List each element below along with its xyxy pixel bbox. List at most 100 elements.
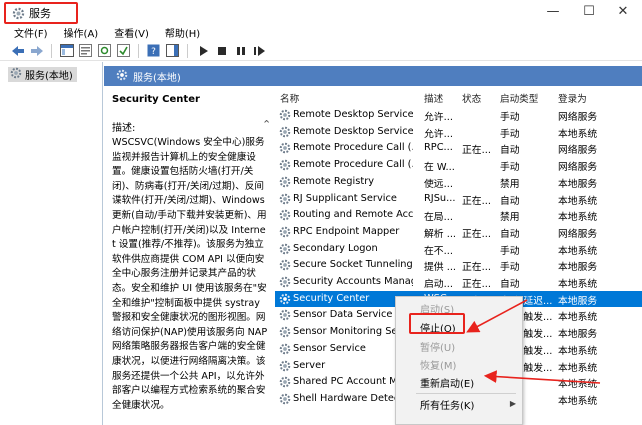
column-header-description[interactable]: 描述: [424, 91, 443, 105]
menu-file[interactable]: 文件(F): [14, 25, 48, 40]
column-header-startup-type[interactable]: 启动类型: [500, 91, 538, 105]
toolbar: ?: [0, 41, 642, 61]
service-description-cell: 在局...: [424, 212, 453, 224]
service-gear-icon: [279, 293, 291, 305]
service-name-cell: Remote Registry: [293, 175, 375, 187]
service-login-cell: 本地系统: [558, 379, 598, 391]
service-gear-icon: [279, 176, 291, 188]
table-row[interactable]: Secondary Logon 在不... 手动 本地系统: [275, 241, 642, 258]
menu-action[interactable]: 操作(A): [64, 25, 99, 40]
table-row[interactable]: RJ Supplicant Service RJSu... 正在... 自动 本地系统: [275, 191, 642, 208]
service-description-cell: 允许...: [424, 112, 453, 123]
service-gear-icon: [279, 309, 291, 321]
services-gear-icon: [116, 69, 128, 84]
service-login-cell: 本地服务: [558, 262, 598, 274]
show-action-pane-icon[interactable]: [165, 43, 180, 58]
service-name-cell: RPC Endpoint Mapper: [293, 225, 400, 237]
menu-view[interactable]: 查看(V): [114, 25, 149, 40]
context-menu-pause[interactable]: 暂停(U): [420, 339, 455, 354]
service-startup-cell: 手动: [500, 162, 520, 174]
properties-icon[interactable]: [78, 43, 93, 58]
table-row[interactable]: RPC Endpoint Mapper 解析 ... 正在... 自动 网络服务: [275, 224, 642, 241]
service-gear-icon: [279, 109, 291, 121]
services-gear-icon: [10, 67, 22, 82]
service-gear-icon: [279, 376, 291, 388]
service-status-cell: 正在...: [462, 145, 491, 157]
service-gear-icon: [279, 243, 291, 255]
service-name-cell: Routing and Remote Acc...: [293, 209, 413, 221]
service-startup-cell: 自动: [500, 145, 520, 157]
service-name-cell: Remote Procedure Call (...: [293, 142, 413, 154]
context-menu-all-tasks[interactable]: 所有任务(K): [420, 397, 474, 412]
service-description-cell: 提供 ...: [424, 262, 456, 274]
service-description-cell: RJSu...: [424, 192, 456, 204]
window-title: 服务: [29, 7, 51, 20]
description-pane: Security Center 描述: WSCSVC(Windows 安全中心)…: [104, 86, 274, 425]
service-startup-cell: 禁用: [500, 212, 520, 224]
close-button[interactable]: ✕: [606, 0, 640, 22]
table-row[interactable]: Security Accounts Manag... 启动... 正在... 自动 本地…: [275, 274, 642, 291]
service-login-cell: 本地系统: [558, 245, 598, 257]
title-bar: 服务 — ☐ ✕: [0, 0, 642, 24]
service-login-cell: 本地系统: [558, 395, 598, 407]
service-description-cell: 启动...: [424, 279, 453, 290]
column-header-log-on-as[interactable]: 登录为: [558, 91, 587, 105]
table-row[interactable]: Remote Desktop Service... 允许... 手动 本地系统: [275, 124, 642, 141]
stop-service-icon[interactable]: [214, 43, 229, 58]
pane-header: 服务(本地): [104, 66, 642, 86]
table-header: 名称 描述 状态 启动类型 登录为: [275, 86, 642, 106]
table-row[interactable]: Remote Procedure Call (... RPC... 正在... 自动 网…: [275, 140, 642, 157]
service-gear-icon: [279, 226, 291, 238]
service-name-cell: Remote Desktop Service...: [293, 125, 413, 137]
service-description-cell: 解析 ...: [424, 228, 456, 240]
service-login-cell: 本地服务: [558, 295, 598, 307]
service-description-cell: 在不...: [424, 245, 453, 257]
show-console-tree-icon[interactable]: [59, 43, 74, 58]
table-row[interactable]: Routing and Remote Acc... 在局... 禁用 本地系统: [275, 207, 642, 224]
service-description-cell: 使远...: [424, 178, 453, 190]
forward-icon[interactable]: [29, 43, 44, 58]
services-gear-icon: [12, 7, 25, 20]
table-row[interactable]: Remote Procedure Call (... 在 W... 手动 网络服务: [275, 157, 642, 174]
service-gear-icon: [279, 159, 291, 171]
table-row[interactable]: Secure Socket Tunneling ... 提供 ... 正在... 手动…: [275, 257, 642, 274]
service-name-cell: Security Accounts Manag...: [293, 276, 413, 287]
context-menu: 启动(S) 停止(O) 暂停(U) 恢复(M) 重新启动(E) 所有任务(K) …: [395, 296, 523, 425]
service-startup-cell: 自动: [500, 279, 520, 290]
context-menu-restart[interactable]: 重新启动(E): [420, 375, 474, 390]
refresh-icon[interactable]: [97, 43, 112, 58]
menu-help[interactable]: 帮助(H): [165, 25, 200, 40]
context-menu-resume[interactable]: 恢复(M): [420, 357, 456, 372]
export-list-icon[interactable]: [116, 43, 131, 58]
service-name-cell: RJ Supplicant Service: [293, 192, 397, 204]
pane-header-title: 服务(本地): [133, 72, 181, 84]
service-description-cell: RPC...: [424, 142, 453, 154]
service-startup-cell: 手动: [500, 112, 520, 123]
pause-service-icon[interactable]: [233, 43, 248, 58]
minimize-button[interactable]: —: [536, 0, 570, 22]
service-startup-cell: 手动: [500, 128, 520, 140]
service-name-cell: Secure Socket Tunneling ...: [293, 259, 413, 271]
service-gear-icon: [279, 276, 291, 288]
stop-highlight-box: [409, 313, 465, 334]
start-service-icon[interactable]: [195, 43, 210, 58]
submenu-arrow-icon: ▶: [509, 399, 516, 408]
table-row[interactable]: Remote Desktop Services 允许... 手动 网络服务: [275, 107, 642, 124]
maximize-button[interactable]: ☐: [572, 0, 606, 22]
service-name-cell: Remote Procedure Call (...: [293, 159, 413, 171]
service-startup-cell: 手动: [500, 245, 520, 257]
service-gear-icon: [279, 343, 291, 355]
table-row[interactable]: Remote Registry 使远... 禁用 本地服务: [275, 174, 642, 191]
tree-item-services-local[interactable]: 服务(本地): [8, 67, 77, 82]
column-header-name[interactable]: 名称: [280, 91, 299, 105]
tree-item-label: 服务(本地): [25, 71, 73, 82]
back-icon[interactable]: [10, 43, 25, 58]
service-name-cell: Remote Desktop Services: [293, 109, 413, 120]
service-status-cell: 正在...: [462, 195, 491, 207]
column-header-status[interactable]: 状态: [462, 91, 481, 105]
description-label: 描述:: [112, 123, 136, 134]
scroll-up-arrow-icon[interactable]: ⌃: [262, 118, 271, 131]
service-startup-cell: 自动: [500, 228, 520, 240]
restart-service-icon[interactable]: [252, 43, 267, 58]
help-icon[interactable]: ?: [146, 43, 161, 58]
